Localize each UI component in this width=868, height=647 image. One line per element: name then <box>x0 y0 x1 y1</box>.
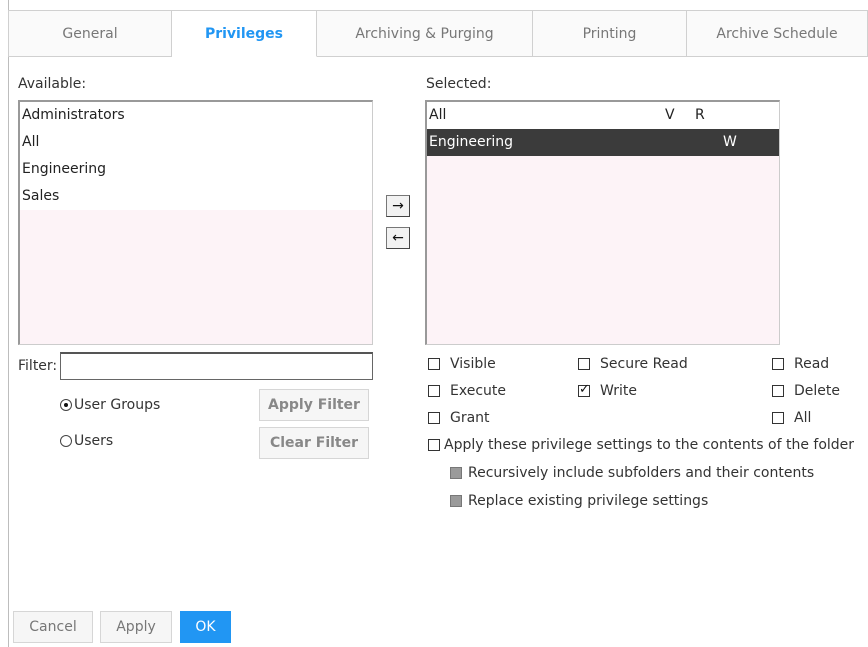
users-radio[interactable] <box>60 435 72 447</box>
privilege-w-marker: W <box>723 134 737 150</box>
delete-checkbox-row[interactable]: Delete <box>772 383 840 399</box>
replace-checkbox <box>450 495 462 507</box>
replace-label: Replace existing privilege settings <box>468 493 709 509</box>
grant-checkbox-row[interactable]: Grant <box>428 410 490 426</box>
selected-listbox[interactable]: All V R Engineering W <box>425 100 780 345</box>
privilege-r-marker: R <box>695 107 705 123</box>
tab-archive-schedule[interactable]: Archive Schedule <box>687 10 868 57</box>
all-label: All <box>794 410 812 426</box>
secure-read-label: Secure Read <box>600 356 688 372</box>
visible-checkbox[interactable] <box>428 358 440 370</box>
write-label: Write <box>600 383 637 399</box>
user-groups-radio[interactable] <box>60 399 72 411</box>
visible-checkbox-row[interactable]: Visible <box>428 356 496 372</box>
grant-label: Grant <box>450 410 490 426</box>
read-label: Read <box>794 356 830 372</box>
recursive-checkbox <box>450 467 462 479</box>
delete-label: Delete <box>794 383 840 399</box>
read-checkbox-row[interactable]: Read <box>772 356 829 372</box>
user-groups-radio-row[interactable]: User Groups <box>60 397 160 413</box>
apply-button[interactable]: Apply <box>100 611 172 643</box>
available-item[interactable]: All <box>20 129 372 156</box>
secure-read-checkbox-row[interactable]: Secure Read <box>578 356 688 372</box>
execute-checkbox[interactable] <box>428 385 440 397</box>
recursive-checkbox-row: Recursively include subfolders and their… <box>450 465 814 481</box>
selected-item-name: Engineering <box>429 134 513 150</box>
remove-arrow-button[interactable]: ← <box>386 227 410 249</box>
available-listbox[interactable]: Administrators All Engineering Sales <box>18 100 373 345</box>
privilege-v-marker: V <box>665 107 675 123</box>
write-checkbox[interactable] <box>578 382 590 397</box>
tab-printing[interactable]: Printing <box>533 10 687 57</box>
available-item[interactable]: Engineering <box>20 156 372 183</box>
apply-contents-label: Apply these privilege settings to the co… <box>444 437 855 453</box>
ok-button[interactable]: OK <box>180 611 231 643</box>
apply-filter-button[interactable]: Apply Filter <box>259 389 369 421</box>
visible-label: Visible <box>450 356 496 372</box>
tab-archiving-purging[interactable]: Archiving & Purging <box>317 10 533 57</box>
all-checkbox[interactable] <box>772 412 784 424</box>
tab-bar: General Privileges Archiving & Purging P… <box>8 10 868 57</box>
write-checkbox-row[interactable]: Write <box>578 382 637 399</box>
apply-contents-checkbox-row[interactable]: Apply these privilege settings to the co… <box>428 437 854 453</box>
apply-contents-checkbox[interactable] <box>428 439 440 451</box>
filter-input[interactable] <box>60 352 373 380</box>
selected-item[interactable]: All V R <box>427 102 779 129</box>
grant-checkbox[interactable] <box>428 412 440 424</box>
tab-privileges[interactable]: Privileges <box>172 10 317 57</box>
recursive-label: Recursively include subfolders and their… <box>468 465 815 481</box>
delete-checkbox[interactable] <box>772 385 784 397</box>
users-radio-row[interactable]: Users <box>60 433 113 449</box>
cancel-button[interactable]: Cancel <box>13 611 93 643</box>
execute-checkbox-row[interactable]: Execute <box>428 383 506 399</box>
selected-item-name: All <box>429 107 447 123</box>
available-item[interactable]: Sales <box>20 183 372 210</box>
users-label: Users <box>74 433 114 449</box>
user-groups-label: User Groups <box>74 397 161 413</box>
all-checkbox-row[interactable]: All <box>772 410 811 426</box>
available-label: Available: <box>18 76 87 92</box>
execute-label: Execute <box>450 383 506 399</box>
tab-general[interactable]: General <box>8 10 172 57</box>
selected-label: Selected: <box>426 76 492 92</box>
add-arrow-button[interactable]: → <box>386 195 410 217</box>
replace-checkbox-row: Replace existing privilege settings <box>450 493 708 509</box>
secure-read-checkbox[interactable] <box>578 358 590 370</box>
selected-item[interactable]: Engineering W <box>427 129 779 156</box>
clear-filter-button[interactable]: Clear Filter <box>259 427 369 459</box>
read-checkbox[interactable] <box>772 358 784 370</box>
available-item[interactable]: Administrators <box>20 102 372 129</box>
filter-label: Filter: <box>18 358 58 374</box>
